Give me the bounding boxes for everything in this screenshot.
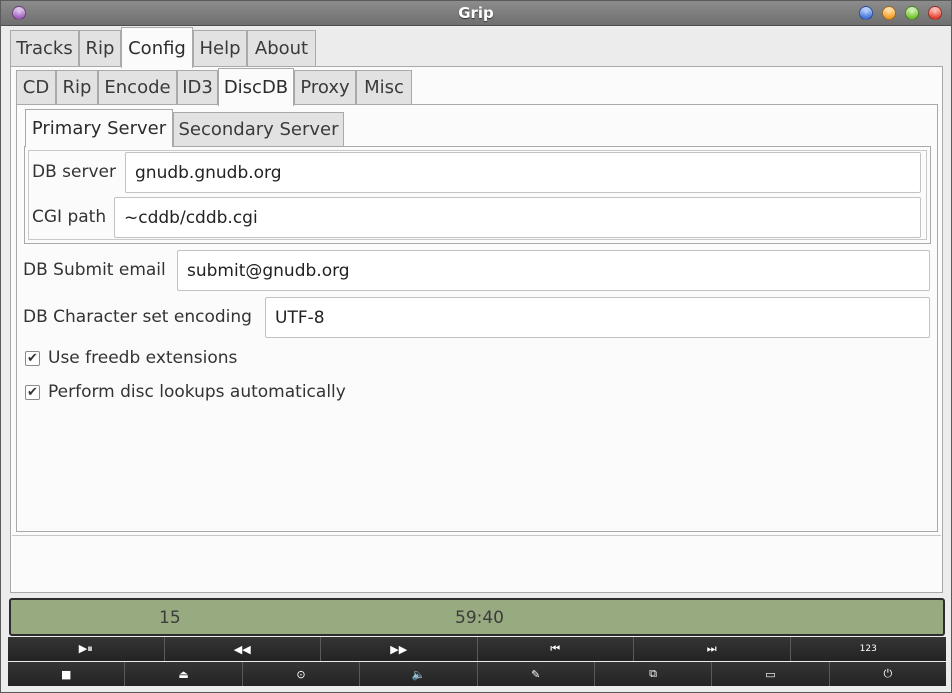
rewind-icon: ◀◀ [233,642,251,656]
power-icon: ⏻ [883,667,893,680]
rewind-button[interactable]: ◀◀ [164,637,321,661]
maximize-icon[interactable] [905,6,919,20]
submit-email-input[interactable]: submit@gnudb.org [177,250,930,291]
tab-rip[interactable]: Rip [79,30,121,66]
next-track-button[interactable]: ⏭ [634,637,791,661]
freedb-extensions-checkbox[interactable]: ✔ Use freedb extensions [25,348,237,368]
track-number-button[interactable]: 123 [790,637,946,661]
network-button[interactable]: ⧉ [594,662,713,686]
tab-config-rip[interactable]: Rip [56,70,98,104]
db-server-input[interactable]: gnudb.gnudb.org [125,152,921,193]
tab-secondary-server[interactable]: Secondary Server [173,112,344,146]
network-icon: ⧉ [649,667,657,680]
minimize-icon[interactable] [882,6,896,20]
cgi-path-label: CGI path [32,207,107,227]
tab-about[interactable]: About [247,30,316,66]
volume-button[interactable]: 🔈 [360,662,478,686]
tab-id3[interactable]: ID3 [177,70,218,104]
tab-help[interactable]: Help [193,30,247,66]
titlebar[interactable]: Grip [1,1,951,26]
stop-button[interactable]: ■ [8,662,126,686]
tab-tracks[interactable]: Tracks [10,30,79,66]
tab-config[interactable]: Config [121,27,193,68]
playback-controls: ▶⏸ ◀◀ ▶▶ ⏮ ⏭ 123 [8,637,946,661]
auto-lookup-checkbox[interactable]: ✔ Perform disc lookups automatically [25,382,346,402]
tab-misc[interactable]: Misc [356,70,412,104]
close-icon[interactable] [928,6,942,20]
edit-button[interactable]: ✎ [477,662,595,686]
status-display: 15 59:40 [9,598,945,636]
cgi-path-input[interactable]: ~cddb/cddb.cgi [114,197,921,238]
checkbox-checked-icon: ✔ [25,350,40,366]
tab-primary-server[interactable]: Primary Server [25,109,173,147]
eject-button[interactable]: ⏏ [125,662,243,686]
disc-icon: ⊙ [296,667,306,681]
db-server-label: DB server [32,162,116,182]
volume-icon: 🔈 [411,667,426,681]
tab-discdb[interactable]: DiscDB [218,68,294,106]
window-button[interactable]: ▭ [712,662,830,686]
play-pause-button[interactable]: ▶⏸ [8,637,165,661]
window-icon: ▭ [765,667,776,681]
fast-forward-button[interactable]: ▶▶ [321,637,478,661]
next-track-icon: ⏭ [706,642,717,655]
tab-encode[interactable]: Encode [98,70,177,104]
play-time: 59:40 [455,608,504,628]
eject-icon: ⏏ [178,667,189,681]
play-pause-icon: ▶⏸ [78,642,93,655]
utility-controls: ■ ⏏ ⊙ 🔈 ✎ ⧉ ▭ ⏻ [8,662,946,686]
charset-label: DB Character set encoding [23,307,252,327]
freedb-extensions-label: Use freedb extensions [48,348,238,368]
window-shade-icon[interactable] [859,6,873,20]
previous-track-icon: ⏮ [550,642,561,655]
previous-track-button[interactable]: ⏮ [477,637,634,661]
track-number-icon: 123 [859,644,877,654]
charset-input[interactable]: UTF-8 [265,297,930,338]
fast-forward-icon: ▶▶ [390,642,408,656]
submit-email-label: DB Submit email [23,260,166,280]
auto-lookup-label: Perform disc lookups automatically [48,382,346,402]
tab-proxy[interactable]: Proxy [294,70,356,104]
checkbox-checked-icon: ✔ [25,384,40,400]
divider [12,535,941,536]
tab-cd[interactable]: CD [16,70,56,104]
stop-icon: ■ [60,667,72,681]
window-title: Grip [458,4,494,22]
power-button[interactable]: ⏻ [829,662,946,686]
edit-icon: ✎ [531,667,541,681]
track-number: 15 [159,608,181,628]
grip-window: Grip Tracks Rip Config Help About CD Rip… [0,0,952,693]
disc-button[interactable]: ⊙ [242,662,361,686]
